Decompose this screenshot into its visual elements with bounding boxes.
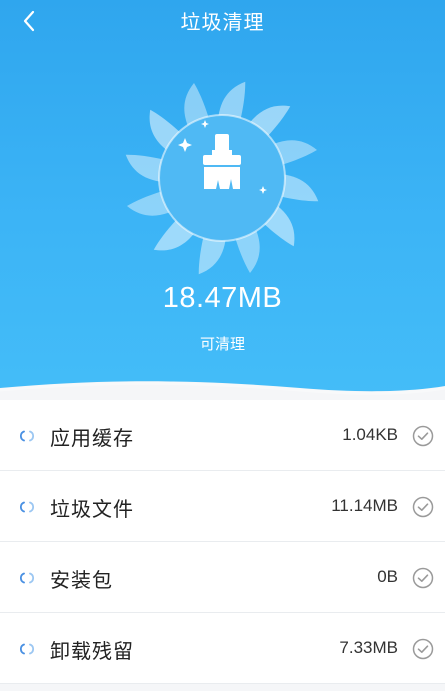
item-size: 1.04KB [342, 425, 398, 444]
list-item[interactable]: 应用缓存 1.04KB [0, 400, 445, 471]
check-circle-icon[interactable] [412, 425, 434, 447]
cleaning-fan-graphic [125, 81, 319, 275]
list-item[interactable]: 卸载残留 7.33MB [0, 613, 445, 684]
list-item[interactable]: 垃圾文件 11.14MB [0, 471, 445, 542]
loading-spinner-icon [20, 572, 34, 584]
loading-spinner-icon [20, 643, 34, 655]
page-title: 垃圾清理 [180, 10, 265, 34]
item-label: 垃圾文件 [50, 497, 134, 521]
item-label: 应用缓存 [50, 426, 134, 450]
cleanup-list: 应用缓存 1.04KB 垃圾文件 11.14MB 安装包 0B 卸载残留 7.3… [0, 400, 445, 684]
item-size: 11.14MB [331, 496, 398, 515]
check-circle-icon[interactable] [412, 567, 434, 589]
loading-spinner-icon [20, 430, 34, 442]
cleanable-caption: 可清理 [199, 335, 245, 353]
item-size: 0B [377, 567, 398, 586]
item-label: 安装包 [50, 568, 113, 592]
item-size: 7.33MB [339, 638, 398, 657]
list-item[interactable]: 安装包 0B [0, 542, 445, 613]
check-circle-icon[interactable] [412, 496, 434, 518]
check-circle-icon[interactable] [412, 638, 434, 660]
top-bar: 垃圾清理 [0, 0, 445, 44]
cleanable-size: 18.47MB [162, 282, 283, 314]
loading-spinner-icon [20, 501, 34, 513]
header-panel: 垃圾清理 18.47MB 可清理 [0, 0, 445, 400]
item-label: 卸载残留 [50, 639, 134, 663]
